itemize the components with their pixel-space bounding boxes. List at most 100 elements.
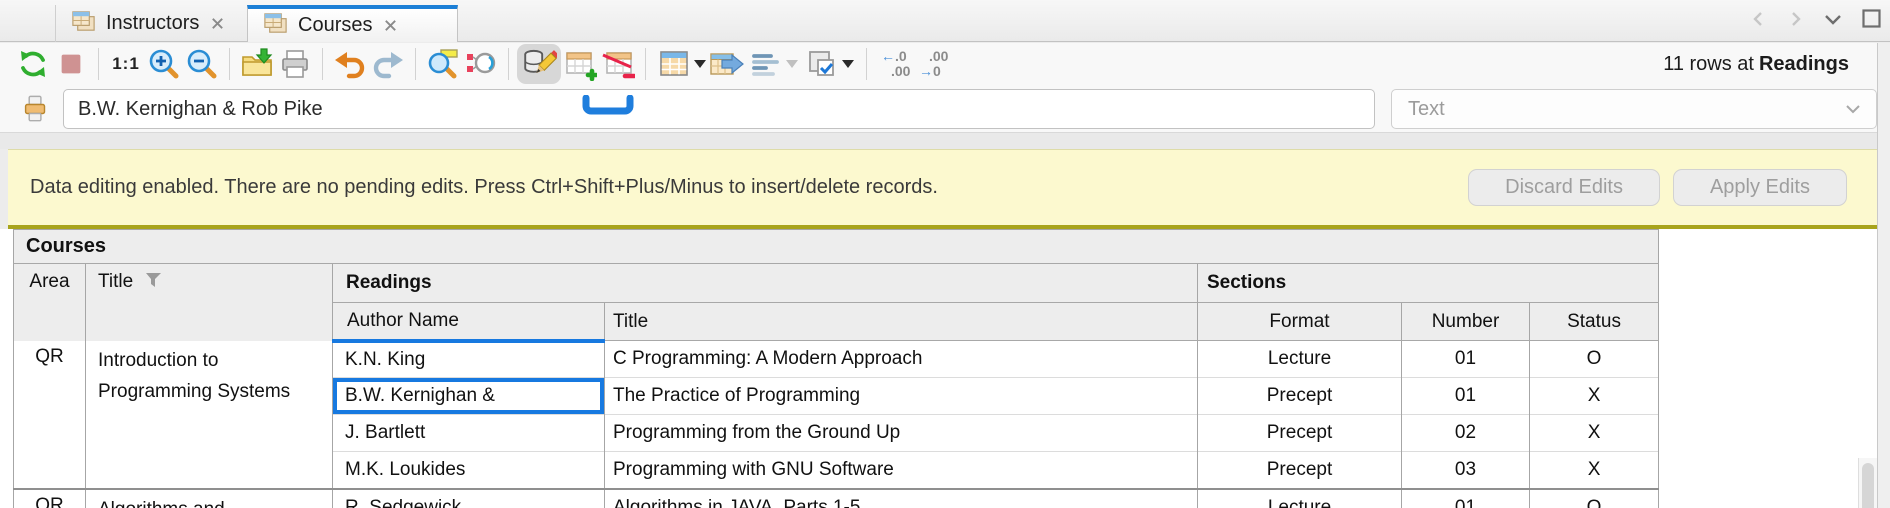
grid-cell[interactable]: Introduction to Programming Systems — [85, 340, 333, 489]
edit-table-data-icon[interactable] — [517, 44, 561, 84]
increase-decimals-icon[interactable]: .00 →0 — [913, 45, 951, 83]
maximize-icon[interactable] — [1861, 8, 1882, 34]
zoom-out-icon[interactable] — [183, 45, 221, 83]
reload-icon[interactable] — [14, 45, 52, 83]
vertical-scrollbar[interactable] — [1858, 458, 1877, 508]
grid-cell[interactable]: 03 — [1401, 451, 1530, 489]
column-header-reading-title[interactable]: Title — [604, 302, 1198, 341]
tab-label: Courses — [298, 14, 373, 36]
grid-cell[interactable]: J. Bartlett — [332, 414, 605, 452]
column-header-number[interactable]: Number — [1401, 302, 1530, 341]
column-header-status[interactable]: Status — [1528, 302, 1660, 341]
row-display-menu[interactable] — [746, 45, 800, 83]
column-header-author-name[interactable]: Author Name — [332, 302, 605, 343]
edit-tool-highlight-annotation — [582, 94, 634, 122]
grid-row: QR Introduction to Programming Systems K.N… — [13, 340, 1660, 489]
cell-editor-bar: Text — [0, 85, 1877, 133]
decrease-decimals-icon[interactable]: ←.0.00 — [875, 45, 913, 83]
grid-toolbar: 1:1 ←.0.00 .00 →0 11 rows at Readings — [0, 43, 1877, 85]
tab-courses[interactable]: Courses — [247, 5, 458, 42]
grid-cell[interactable]: R. Sedgewick — [332, 487, 605, 508]
grid-cell[interactable]: Programming from the Ground Up — [604, 414, 1198, 452]
tab-scroll-right-icon[interactable] — [1785, 9, 1805, 34]
filter-icon[interactable] — [145, 272, 162, 294]
scrollbar-thumb[interactable] — [1862, 463, 1874, 508]
panel-gap — [0, 133, 1877, 149]
grid-cell[interactable]: C Programming: A Modern Approach — [604, 340, 1198, 378]
close-icon[interactable] — [210, 16, 225, 31]
grid-cell[interactable]: X — [1528, 414, 1660, 452]
toolbar-separator — [98, 48, 99, 80]
redo-icon[interactable] — [369, 45, 407, 83]
tab-label: Instructors — [106, 12, 200, 34]
grid-view-menu[interactable] — [654, 45, 708, 83]
grid-cell[interactable]: 01 — [1401, 377, 1530, 415]
grid-cell[interactable]: Precept — [1197, 377, 1402, 415]
insert-row-icon[interactable] — [561, 45, 599, 83]
discard-edits-button[interactable]: Discard Edits — [1468, 169, 1660, 206]
find-icon[interactable] — [424, 45, 462, 83]
grid-cell[interactable]: The Practice of Programming — [604, 377, 1198, 415]
grid-cell[interactable]: Programming with GNU Software — [604, 451, 1198, 489]
grid-cell[interactable]: QR — [13, 340, 86, 489]
grid-cell[interactable]: O — [1528, 340, 1660, 378]
result-grid-panel: Courses Area Title Readings Sections Aut… — [0, 229, 1877, 508]
toolbar-separator — [508, 48, 509, 80]
grid-title: Courses — [12, 229, 1660, 264]
grid-cell[interactable]: X — [1528, 451, 1660, 489]
close-icon[interactable] — [383, 18, 398, 33]
form-view-icon[interactable] — [22, 93, 49, 130]
table-icon — [70, 8, 97, 40]
chevron-down-icon — [1844, 98, 1862, 121]
grid-cell[interactable]: Precept — [1197, 451, 1402, 489]
group-header-readings[interactable]: Readings — [332, 263, 1198, 303]
column-header-format[interactable]: Format — [1197, 302, 1402, 341]
undo-icon[interactable] — [331, 45, 369, 83]
banner-message: Data editing enabled. There are no pendi… — [30, 176, 938, 198]
grid-cell[interactable]: B.W. Kernighan & — [332, 377, 605, 415]
group-header-sections[interactable]: Sections — [1196, 263, 1660, 303]
value-type-dropdown[interactable]: Text — [1391, 89, 1877, 129]
grid-cell[interactable]: 02 — [1401, 414, 1530, 452]
grid-cell[interactable]: X — [1528, 377, 1660, 415]
cell-value-input[interactable] — [63, 89, 1375, 129]
toolbar-separator — [866, 48, 867, 80]
grid-cell[interactable]: O — [1528, 487, 1660, 508]
tab-bar: Instructors Courses — [0, 0, 1890, 42]
export-grid-icon[interactable] — [708, 45, 746, 83]
grid-row: QRAlgorithms andR. SedgewickAlgorithms i… — [13, 487, 1660, 508]
value-type-label: Text — [1408, 97, 1445, 120]
chevron-down-icon — [785, 60, 798, 68]
toolbar-separator — [415, 48, 416, 80]
grid-cell[interactable]: Lecture — [1197, 487, 1402, 508]
grid-cell[interactable]: Algorithms and — [85, 487, 333, 508]
row-count-status: 11 rows at Readings — [1663, 52, 1849, 75]
grid-cell[interactable]: Precept — [1197, 414, 1402, 452]
table-icon — [262, 10, 289, 42]
stop-icon[interactable] — [52, 45, 90, 83]
courses-grid: Courses Area Title Readings Sections Aut… — [12, 229, 1660, 508]
grid-cell[interactable]: 01 — [1401, 340, 1530, 378]
grid-cell[interactable]: K.N. King — [332, 340, 605, 378]
boolean-display-menu[interactable] — [800, 45, 858, 83]
grid-cell[interactable]: Lecture — [1197, 340, 1402, 378]
column-header-title[interactable]: Title — [85, 263, 333, 341]
window-right-edge — [1877, 43, 1890, 508]
zoom-in-icon[interactable] — [145, 45, 183, 83]
grid-cell[interactable]: QR — [13, 487, 86, 508]
chevron-down-icon — [841, 60, 854, 68]
toolbar-separator — [645, 48, 646, 80]
delete-row-icon[interactable] — [599, 45, 637, 83]
column-header-area[interactable]: Area — [13, 263, 86, 341]
import-data-icon[interactable] — [238, 45, 276, 83]
print-icon[interactable] — [276, 45, 314, 83]
grid-cell[interactable]: 01 — [1401, 487, 1530, 508]
tab-scroll-left-icon[interactable] — [1749, 9, 1769, 34]
find-column-icon[interactable] — [462, 45, 500, 83]
tab-list-chevron-icon[interactable] — [1821, 9, 1845, 34]
grid-cell[interactable]: M.K. Loukides — [332, 451, 605, 489]
apply-edits-button[interactable]: Apply Edits — [1672, 169, 1847, 206]
grid-cell[interactable]: Algorithms in JAVA, Parts 1-5 — [604, 487, 1198, 508]
tab-instructors[interactable]: Instructors — [55, 5, 247, 42]
edit-mode-banner: Data editing enabled. There are no pendi… — [8, 149, 1877, 229]
